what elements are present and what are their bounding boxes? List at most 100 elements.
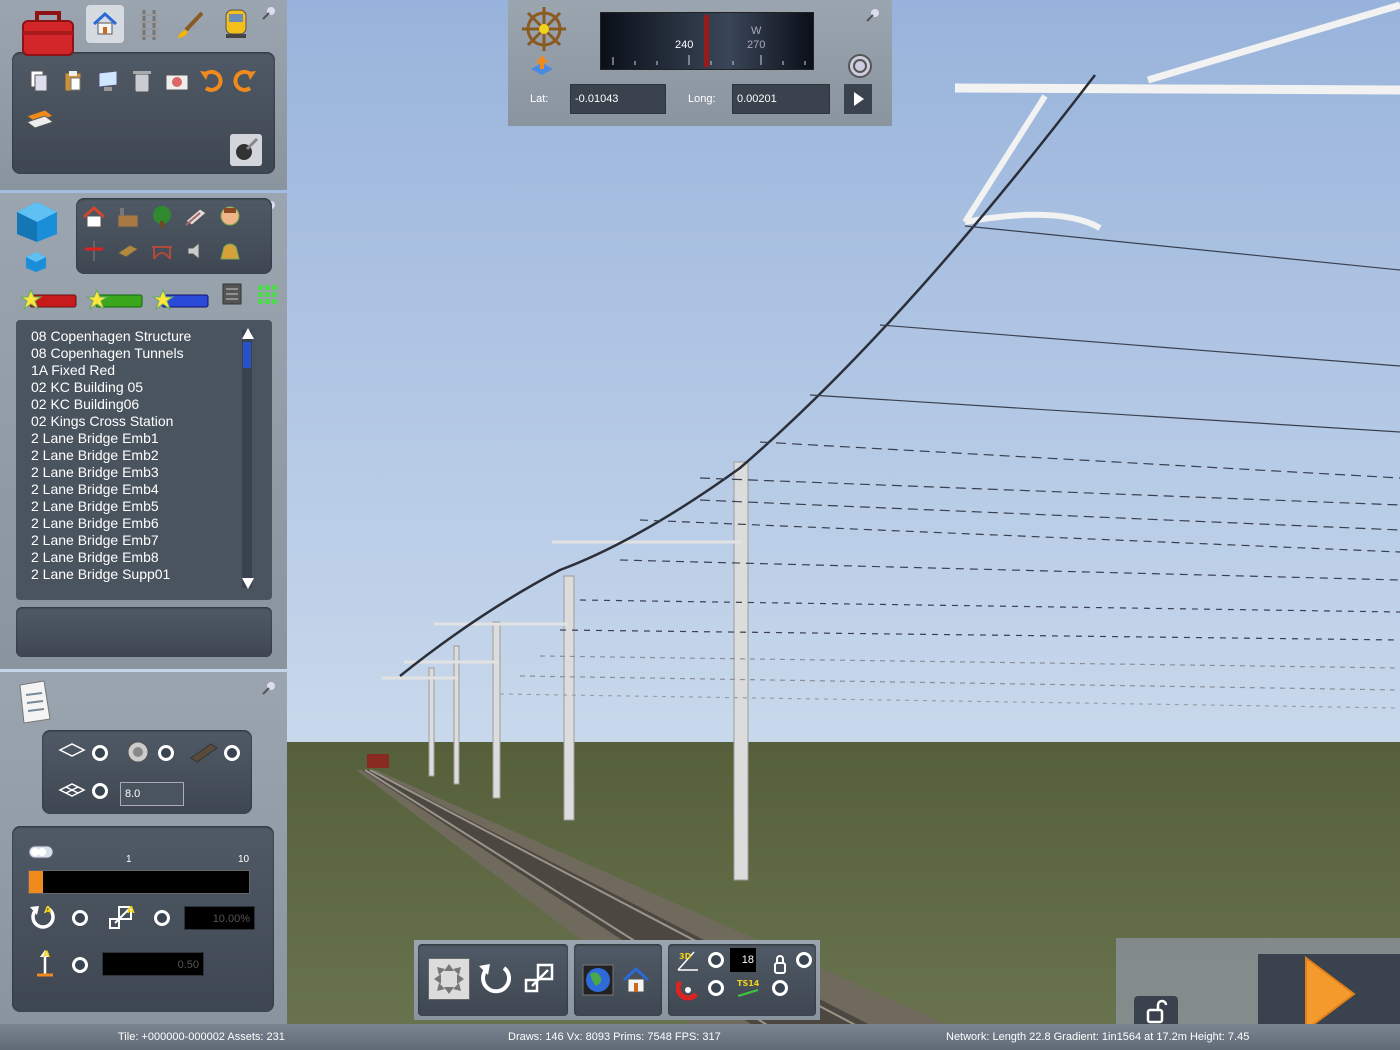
- target-icon[interactable]: [846, 52, 874, 80]
- scroll-down-arrow[interactable]: [242, 578, 254, 589]
- favorites-green-filter[interactable]: [86, 289, 144, 311]
- tree-category-icon[interactable]: [148, 203, 176, 231]
- track-icon[interactable]: [132, 8, 166, 42]
- density-icon: [28, 842, 56, 862]
- redo-icon[interactable]: [230, 66, 260, 96]
- document-icon[interactable]: [12, 678, 56, 726]
- magnet-icon[interactable]: [676, 976, 702, 1002]
- heading-strip[interactable]: 240 W 270: [600, 12, 814, 70]
- sack-category-icon[interactable]: [216, 237, 244, 265]
- list-item[interactable]: 2 Lane Bridge Supp01: [31, 566, 170, 582]
- bridge-category-icon[interactable]: [148, 237, 176, 265]
- person-category-icon[interactable]: [216, 203, 244, 231]
- move-icon[interactable]: [428, 958, 470, 1000]
- heading-label-270: 270: [747, 39, 766, 51]
- rotation-percent-input[interactable]: 10.00%: [184, 906, 255, 930]
- go-to-location-button[interactable]: [844, 84, 872, 114]
- long-label: Long:: [688, 93, 716, 105]
- list-item[interactable]: 08 Copenhagen Structure: [31, 328, 191, 344]
- density-slider-fill[interactable]: [29, 871, 43, 893]
- screen-icon[interactable]: [94, 66, 122, 96]
- surface-snap-radio[interactable]: [92, 745, 108, 761]
- track-snap-radio[interactable]: [224, 745, 240, 761]
- paint-brush-icon[interactable]: [174, 8, 208, 42]
- 3d-label: 3D: [679, 952, 692, 961]
- train-icon[interactable]: [218, 6, 254, 42]
- magnet-radio[interactable]: [708, 980, 724, 996]
- height-offset-radio[interactable]: [72, 957, 88, 973]
- list-item[interactable]: 02 Kings Cross Station: [31, 413, 173, 429]
- lock-radio[interactable]: [796, 952, 812, 968]
- scale-random-icon: A: [106, 900, 140, 932]
- 3d-angle-radio[interactable]: [708, 952, 724, 968]
- slider-min-label: 1: [126, 854, 132, 865]
- buildings-category-icon[interactable]: [80, 203, 108, 231]
- list-item[interactable]: 02 KC Building06: [31, 396, 139, 412]
- scrollbar-track[interactable]: [242, 330, 252, 588]
- grid-snap-radio[interactable]: [92, 783, 108, 799]
- list-item[interactable]: 2 Lane Bridge Emb2: [31, 447, 159, 463]
- list-item[interactable]: 08 Copenhagen Tunnels: [31, 345, 184, 361]
- height-offset-input[interactable]: 0.50: [102, 952, 204, 976]
- small-cube-icon[interactable]: [22, 249, 50, 275]
- status-tile: Tile: +000000-000002 Assets: 231: [118, 1031, 285, 1043]
- list-item[interactable]: 2 Lane Bridge Emb5: [31, 498, 159, 514]
- svg-text:A: A: [127, 905, 135, 916]
- grid-view-icon[interactable]: [255, 281, 279, 307]
- toolbox-icon[interactable]: [18, 4, 78, 60]
- bottom-toolbar: 3D 18 TS14: [414, 940, 820, 1020]
- rotate-random-radio[interactable]: [72, 910, 88, 926]
- list-item[interactable]: 02 KC Building 05: [31, 379, 143, 395]
- industry-category-icon[interactable]: [114, 203, 142, 231]
- clone-icon[interactable]: [24, 104, 56, 132]
- copy-icon[interactable]: [26, 66, 52, 96]
- road-category-icon[interactable]: [182, 203, 210, 231]
- brush-tool-icon[interactable]: [230, 134, 262, 166]
- lock-icon[interactable]: [772, 954, 790, 974]
- list-item[interactable]: 2 Lane Bridge Emb3: [31, 464, 159, 480]
- list-item[interactable]: 2 Lane Bridge Emb8: [31, 549, 159, 565]
- sound-category-icon[interactable]: [182, 237, 210, 265]
- play-button[interactable]: [1258, 954, 1400, 1032]
- home-view-icon[interactable]: [618, 962, 654, 998]
- list-item[interactable]: 1A Fixed Red: [31, 362, 115, 378]
- list-item[interactable]: 2 Lane Bridge Emb6: [31, 515, 159, 531]
- pin-icon[interactable]: [262, 681, 276, 695]
- pin-icon[interactable]: [262, 6, 276, 20]
- globe-icon[interactable]: [580, 962, 616, 998]
- list-view-icon[interactable]: [220, 281, 244, 307]
- lat-field[interactable]: -0.01043: [570, 84, 666, 114]
- platform-category-icon[interactable]: [114, 237, 142, 265]
- scrollbar-thumb[interactable]: [243, 342, 251, 368]
- compass-rose-icon[interactable]: [518, 4, 570, 54]
- camera-icon[interactable]: [162, 66, 192, 96]
- scale-random-radio[interactable]: [154, 910, 170, 926]
- scale-icon[interactable]: [520, 958, 560, 998]
- scroll-up-arrow[interactable]: [242, 328, 254, 339]
- ts-icon[interactable]: TS14: [736, 976, 762, 1002]
- long-field[interactable]: 0.00201: [732, 84, 830, 114]
- 3d-angle-icon[interactable]: 3D: [676, 948, 702, 972]
- favorites-red-filter[interactable]: [20, 289, 78, 311]
- home-icon[interactable]: [86, 5, 124, 43]
- signal-category-icon[interactable]: [80, 237, 108, 265]
- list-item[interactable]: 2 Lane Bridge Emb1: [31, 430, 159, 446]
- list-item[interactable]: 2 Lane Bridge Emb4: [31, 481, 159, 497]
- trash-icon[interactable]: [128, 66, 156, 96]
- compass-panel: 240 W 270 Lat: -0.01043 Long: 0.00201: [508, 0, 892, 126]
- paste-icon[interactable]: [60, 66, 86, 96]
- undo-icon[interactable]: [196, 66, 226, 96]
- spacing-input[interactable]: 8.0: [120, 782, 184, 806]
- density-slider[interactable]: [28, 870, 250, 894]
- ts-radio[interactable]: [772, 980, 788, 996]
- list-item[interactable]: 2 Lane Bridge Emb7: [31, 532, 159, 548]
- rotate-icon[interactable]: [474, 958, 514, 998]
- counter-field[interactable]: 18: [730, 948, 756, 972]
- locate-icon[interactable]: [526, 52, 558, 80]
- pin-icon[interactable]: [866, 8, 880, 22]
- object-snap-radio[interactable]: [158, 745, 174, 761]
- cube-icon[interactable]: [12, 199, 62, 245]
- height-offset-icon: A: [30, 946, 60, 980]
- favorites-blue-filter[interactable]: [152, 289, 210, 311]
- asset-list[interactable]: 08 Copenhagen Structure 08 Copenhagen Tun…: [16, 320, 272, 600]
